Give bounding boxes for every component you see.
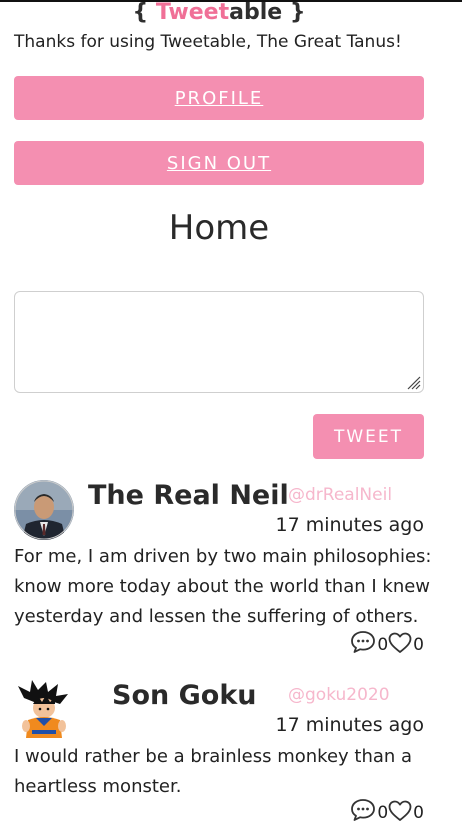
page-title: Home xyxy=(168,208,270,248)
cartoon-character-icon[interactable] xyxy=(14,680,74,740)
tweet-author-handle[interactable]: @drRealNeil xyxy=(288,485,392,505)
profile-button[interactable]: PROFILE xyxy=(14,76,424,120)
tweet-author-name[interactable]: The Real Neil xyxy=(88,480,289,511)
like-button[interactable]: 0 xyxy=(388,632,424,654)
comment-button[interactable]: 0 xyxy=(350,798,388,822)
comment-count: 0 xyxy=(377,635,389,655)
tweet-author-name[interactable]: Son Goku xyxy=(112,680,257,711)
like-count: 0 xyxy=(413,635,424,655)
sign-out-button[interactable]: SIGN OUT xyxy=(14,141,424,185)
heart-icon xyxy=(388,800,412,821)
tweet-actions: 0 0 xyxy=(350,798,424,822)
resize-grip-icon[interactable] xyxy=(405,374,421,390)
tweet-actions: 0 0 xyxy=(350,630,424,654)
heart-icon xyxy=(388,632,412,653)
logo-brace-open: { xyxy=(132,0,156,25)
greeting-text: Thanks for using Tweetable, The Great Ta… xyxy=(14,32,402,52)
comment-button[interactable]: 0 xyxy=(350,630,388,654)
logo-tweet-text: Tweet xyxy=(155,0,230,25)
app-logo[interactable]: { Tweetable } xyxy=(0,0,438,28)
tweet-compose-textarea[interactable] xyxy=(14,291,424,393)
logo-able-text: able xyxy=(229,0,283,25)
like-button[interactable]: 0 xyxy=(388,800,424,822)
tweet-card: The Real Neil @drRealNeil 17 minutes ago… xyxy=(0,480,462,655)
comment-icon xyxy=(351,799,376,821)
like-count: 0 xyxy=(413,803,424,823)
person-portrait-icon[interactable] xyxy=(14,480,74,540)
tweet-button[interactable]: TWEET xyxy=(313,414,424,459)
comment-count: 0 xyxy=(377,803,389,823)
tweet-card: Son Goku @goku2020 17 minutes ago I woul… xyxy=(0,680,462,830)
comment-icon xyxy=(351,631,376,653)
tweet-timestamp: 17 minutes ago xyxy=(275,714,425,736)
logo-brace-close: } xyxy=(282,0,306,25)
tweet-timestamp: 17 minutes ago xyxy=(275,514,425,536)
tweet-text: I would rather be a brainless monkey tha… xyxy=(14,746,413,797)
tweet-author-handle[interactable]: @goku2020 xyxy=(288,685,390,705)
tweet-text: For me, I am driven by two main philosop… xyxy=(14,546,432,627)
